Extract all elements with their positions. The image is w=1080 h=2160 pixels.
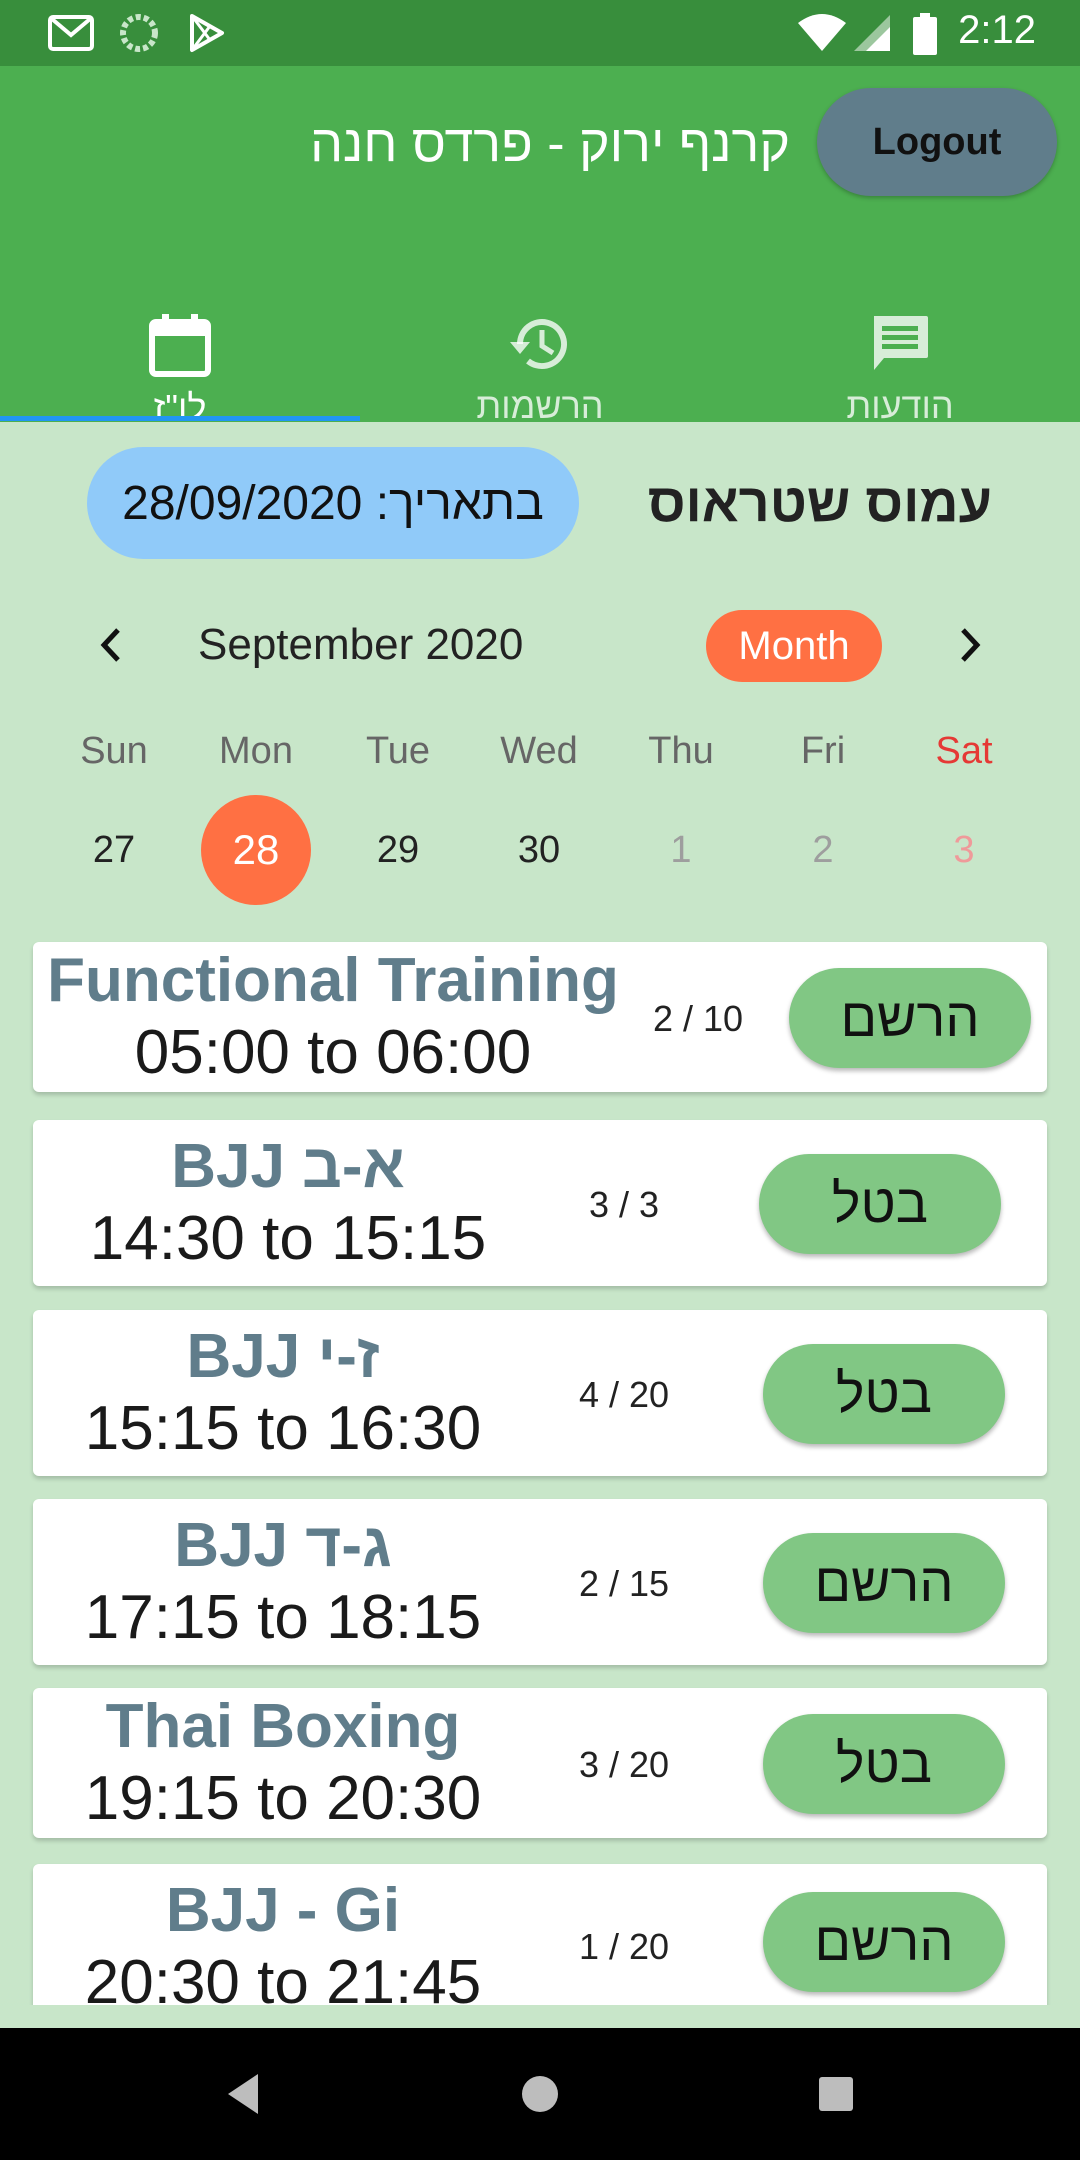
class-info: BJJ א-ב 14:30 to 15:15 <box>33 1120 543 1286</box>
app-screen: 2:12 קרנף ירוק - פרדס חנה Logout לו"ז הר… <box>0 0 1080 2160</box>
class-card: BJJ ז-י 15:15 to 16:30 4 / 20 בטל <box>33 1310 1047 1476</box>
class-card: BJJ ג-ד 17:15 to 18:15 2 / 15 הרשם <box>33 1499 1047 1665</box>
weekday-label: Thu <box>648 730 714 772</box>
class-time: 05:00 to 06:00 <box>134 1018 532 1087</box>
register-button[interactable]: הרשם <box>789 968 1031 1068</box>
class-time: 14:30 to 15:15 <box>89 1204 487 1273</box>
weekday-label: Wed <box>500 730 578 772</box>
class-card: BJJ - Gi 20:30 to 21:45 1 / 20 הרשם <box>33 1864 1047 2005</box>
weekday-label: Tue <box>365 730 431 772</box>
day-cell[interactable]: 27 <box>59 795 169 905</box>
class-time: 19:15 to 20:30 <box>84 1764 482 1833</box>
class-info: Functional Training 05:00 to 06:00 <box>33 942 633 1092</box>
weekday-row: Sun Mon Tue Wed Thu Fri Sat <box>0 730 1080 790</box>
class-count: 4 / 20 <box>579 1374 670 1415</box>
class-name: Functional Training <box>47 946 619 1015</box>
photos-icon <box>120 14 158 52</box>
class-list: Functional Training 05:00 to 06:00 2 / 1… <box>0 930 1080 2005</box>
day-cell[interactable]: 3 <box>909 795 1019 905</box>
class-name: BJJ ז-י <box>186 1322 380 1391</box>
class-count: 3 / 3 <box>589 1184 660 1225</box>
message-icon <box>874 316 928 370</box>
wifi-icon <box>798 14 846 51</box>
class-count: 1 / 20 <box>579 1926 670 1967</box>
class-name: BJJ - Gi <box>165 1876 401 1945</box>
date-chip[interactable]: בתאריך: 28/09/2020 <box>87 447 579 559</box>
class-name: BJJ א-ב <box>171 1132 405 1201</box>
day-cell-selected[interactable]: 28 <box>201 795 311 905</box>
system-nav-bar <box>0 2028 1080 2160</box>
tab-registrations[interactable]: הרשמות <box>360 236 720 426</box>
gym-title: קרנף ירוק - פרדס חנה <box>310 115 790 173</box>
class-time: 17:15 to 18:15 <box>84 1583 482 1652</box>
calendar-icon <box>149 314 211 377</box>
history-icon <box>510 319 567 370</box>
tab-registrations-label: הרשמות <box>476 385 604 426</box>
month-view-button[interactable]: Month <box>706 610 882 682</box>
class-name: Thai Boxing <box>105 1692 461 1761</box>
class-time: 15:15 to 16:30 <box>84 1394 482 1463</box>
weekday-label: Sat <box>935 730 993 772</box>
day-cell[interactable]: 30 <box>484 795 594 905</box>
class-time: 20:30 to 21:45 <box>84 1948 482 2005</box>
class-info: BJJ ז-י 15:15 to 16:30 <box>33 1310 533 1476</box>
battery-icon <box>913 13 937 55</box>
day-cell[interactable]: 1 <box>626 795 736 905</box>
cancel-button[interactable]: בטל <box>759 1154 1001 1254</box>
day-row: 27 28 29 30 1 2 3 <box>0 795 1080 905</box>
home-icon[interactable] <box>514 2068 566 2120</box>
chevron-right-icon[interactable] <box>945 620 995 670</box>
class-card: Thai Boxing 19:15 to 20:30 3 / 20 בטל <box>33 1688 1047 1838</box>
logout-button[interactable]: Logout <box>817 88 1057 196</box>
class-count: 2 / 10 <box>653 998 744 1039</box>
status-time: 2:12 <box>958 8 1036 52</box>
class-name: BJJ ג-ד <box>174 1511 392 1580</box>
register-button[interactable]: הרשם <box>763 1892 1005 1992</box>
user-name: עמוס שטראוס <box>647 473 992 533</box>
class-count: 3 / 20 <box>579 1744 670 1785</box>
register-button[interactable]: הרשם <box>763 1533 1005 1633</box>
day-cell[interactable]: 29 <box>343 795 453 905</box>
cancel-button[interactable]: בטל <box>763 1714 1005 1814</box>
status-bar: 2:12 <box>0 0 1080 66</box>
class-card: Functional Training 05:00 to 06:00 2 / 1… <box>33 942 1047 1092</box>
calendar-header: September 2020 Month <box>0 600 1080 690</box>
weekday-label: Sun <box>80 730 148 772</box>
tab-schedule-label: לו"ז <box>153 387 207 428</box>
tab-bar: לו"ז הרשמות הודעות <box>0 236 1080 428</box>
app-bar: קרנף ירוק - פרדס חנה Logout לו"ז הרשמות … <box>0 66 1080 428</box>
tab-schedule[interactable]: לו"ז <box>0 236 360 428</box>
class-count: 2 / 15 <box>579 1563 670 1604</box>
class-info: Thai Boxing 19:15 to 20:30 <box>33 1688 533 1838</box>
cancel-button[interactable]: בטל <box>763 1344 1005 1444</box>
chevron-left-icon[interactable] <box>86 620 136 670</box>
weekday-label: Mon <box>219 730 293 772</box>
back-icon[interactable] <box>218 2068 270 2120</box>
gmail-icon <box>48 15 94 51</box>
recents-icon[interactable] <box>810 2068 862 2120</box>
class-info: BJJ - Gi 20:30 to 21:45 <box>33 1864 533 2005</box>
class-card: BJJ א-ב 14:30 to 15:15 3 / 3 בטל <box>33 1120 1047 1286</box>
class-info: BJJ ג-ד 17:15 to 18:15 <box>33 1499 533 1665</box>
day-cell[interactable]: 2 <box>768 795 878 905</box>
tab-messages[interactable]: הודעות <box>720 236 1080 426</box>
signal-icon <box>854 15 890 51</box>
weekday-label: Fri <box>800 730 846 772</box>
tab-messages-label: הודעות <box>846 385 954 426</box>
tab-indicator <box>0 416 360 421</box>
play-store-icon <box>190 14 224 52</box>
month-title: September 2020 <box>198 620 524 669</box>
